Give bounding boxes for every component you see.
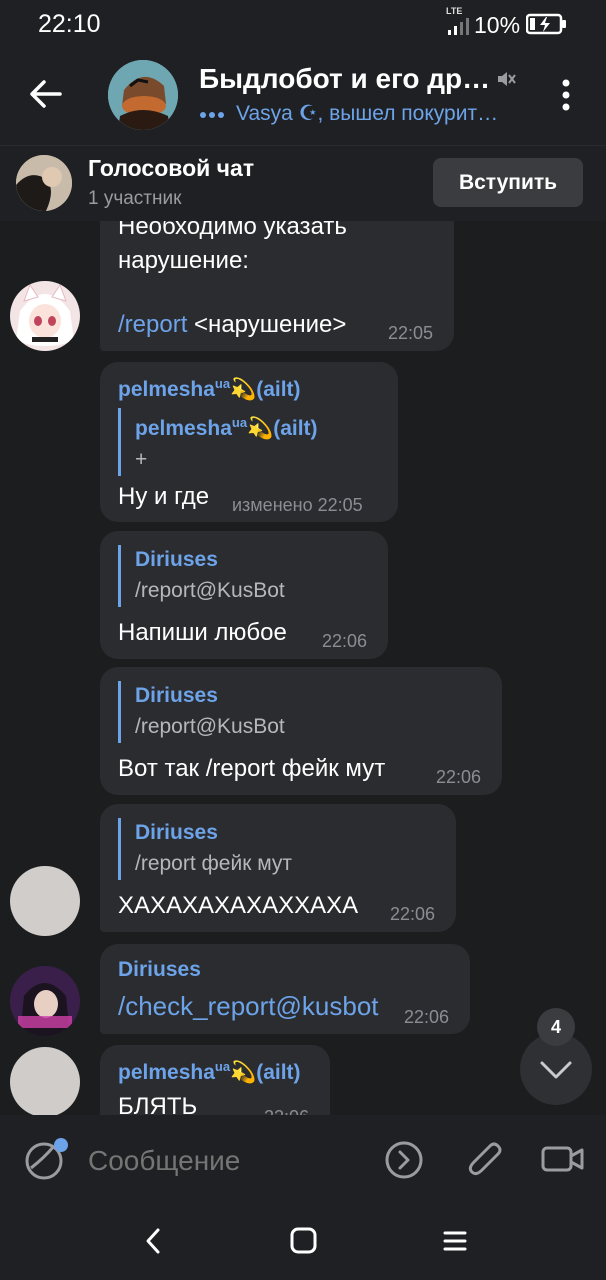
message-time: 22:06 <box>404 1007 450 1027</box>
bot-avatar[interactable] <box>10 281 80 351</box>
group-avatar-image <box>108 60 178 130</box>
quote-sender-text: pelmesha <box>135 417 232 440</box>
nav-home-icon[interactable] <box>289 1226 319 1256</box>
unread-count-badge: 4 <box>537 1008 575 1046</box>
user-avatar[interactable] <box>10 966 80 1036</box>
message-time: изменено 22:05 <box>232 495 363 515</box>
nav-recents-icon[interactable] <box>442 1228 468 1254</box>
quote-text: /report фейк мут <box>135 852 293 875</box>
video-message-icon[interactable] <box>540 1142 586 1176</box>
typing-dots-icon <box>200 112 224 118</box>
message-time: 22:05 <box>388 323 434 343</box>
attach-icon[interactable] <box>466 1138 506 1182</box>
sender-name-sup: ua <box>214 1059 231 1074</box>
message-text: Напиши любое <box>118 619 287 646</box>
sender-name-text: pelmesha <box>118 1061 215 1084</box>
message-text: Ну и где <box>118 483 210 510</box>
message-text: Необходимо указать <box>118 221 347 240</box>
quote-sender: Diriuses <box>135 821 218 844</box>
back-arrow-icon[interactable] <box>28 78 64 110</box>
star-emoji-icon: 💫 <box>247 417 274 440</box>
message-list[interactable]: Необходимо указать нарушение: /report <н… <box>0 221 606 1115</box>
message-time: 22:06 <box>322 631 368 651</box>
chat-title[interactable]: Быдлобот и его др… <box>199 63 490 95</box>
message-time: 22:06 <box>264 1107 309 1115</box>
reply-quote[interactable]: Diriuses /report@KusBot <box>118 681 285 743</box>
participant-avatar-image <box>16 155 72 211</box>
network-type: LTE <box>446 6 463 16</box>
join-voice-chat-button[interactable]: Вступить <box>433 158 583 207</box>
sender-name-text: pelmesha <box>118 378 215 401</box>
message-time: 22:06 <box>436 767 482 787</box>
bot-avatar-image <box>10 281 80 351</box>
reply-quote[interactable]: Diriuses /report фейк мут <box>118 818 292 880</box>
message-text: Вот так /report фейк мут <box>118 755 386 782</box>
star-emoji-icon: 💫 <box>230 1061 257 1084</box>
sender-name[interactable]: Diriuses <box>118 958 201 982</box>
bot-command-link[interactable]: /report <box>118 311 187 338</box>
chat-subtitle: Vasya ☪, вышел покурит… <box>236 102 499 125</box>
muted-icon <box>498 72 516 86</box>
user-avatar-image <box>10 966 80 1036</box>
quote-text: /report@KusBot <box>135 715 285 738</box>
message-input[interactable] <box>86 1138 360 1184</box>
bot-commands-icon[interactable] <box>384 1140 424 1180</box>
reply-quote[interactable]: Diriuses /report@KusBot <box>118 545 285 607</box>
battery-icon <box>526 13 566 35</box>
user-avatar[interactable] <box>10 1047 80 1115</box>
star-emoji-icon: 💫 <box>230 378 257 401</box>
bot-command-link[interactable]: /check_report@kusbot <box>118 991 379 1022</box>
group-avatar[interactable] <box>108 60 178 130</box>
command-text: /check_report@kusbot <box>118 991 379 1021</box>
nav-back-icon[interactable] <box>142 1226 164 1256</box>
reply-quote[interactable]: pelmeshaua💫(ailt) + <box>118 408 318 476</box>
more-menu-icon[interactable] <box>556 78 576 112</box>
signal-icon <box>448 18 469 35</box>
battery-percent: 10% <box>474 12 521 38</box>
message-text: ХАХАХАХАХАХХАХА <box>118 892 359 919</box>
message-text: /report <нарушение> <box>118 311 346 339</box>
voice-chat-participant-avatar <box>16 155 72 211</box>
user-avatar[interactable] <box>10 866 80 936</box>
quote-sender: Diriuses <box>135 684 218 707</box>
status-time: 22:10 <box>38 10 101 38</box>
voice-chat-title: Голосовой чат <box>88 155 255 181</box>
quote-sender: pelmeshaua💫(ailt) <box>135 408 318 444</box>
sender-name[interactable]: pelmeshaua💫(ailt) <box>118 1059 301 1085</box>
sender-name-suffix: (ailt) <box>256 378 301 401</box>
sender-name-suffix: (ailt) <box>256 1061 301 1084</box>
message-time: 22:06 <box>390 904 436 924</box>
voice-chat-participants: 1 участник <box>88 188 182 209</box>
command-argument: <нарушение> <box>187 311 347 338</box>
message-text: БЛЯТЬ <box>118 1093 198 1115</box>
quote-sender: Diriuses <box>135 548 218 571</box>
quote-sender-sup: ua <box>231 415 248 430</box>
sender-name-sup: ua <box>214 376 231 391</box>
quote-text: /report@KusBot <box>135 579 285 602</box>
quote-sender-suffix: (ailt) <box>273 417 318 440</box>
sender-name[interactable]: pelmeshaua💫(ailt) <box>118 376 301 402</box>
emoji-sticker-icon[interactable] <box>24 1136 72 1182</box>
quote-text: + <box>135 448 148 471</box>
message-text: нарушение: <box>118 247 249 274</box>
